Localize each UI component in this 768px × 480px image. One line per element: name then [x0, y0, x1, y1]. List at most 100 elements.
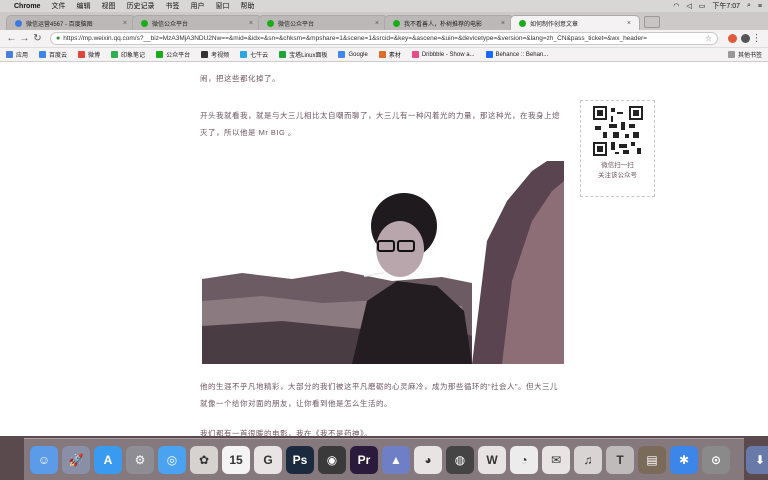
launchpad-icon[interactable]: 🚀 — [62, 445, 90, 474]
menu-app-name[interactable]: Chrome — [14, 3, 40, 10]
bookmark-label: Behance :: Behan... — [495, 51, 549, 58]
bookmark-item[interactable]: 公众平台 — [156, 50, 190, 59]
premiere-icon[interactable]: Pr — [350, 445, 378, 474]
search-icon[interactable]: ⌕ — [747, 2, 751, 10]
qq-icon[interactable]: ◔ — [510, 445, 538, 474]
notification-icon[interactable]: ≡ — [758, 3, 762, 10]
bookmark-favicon-icon — [156, 51, 164, 58]
finder-icon[interactable]: ☺ — [30, 445, 58, 474]
qr-caption-line: 关注该公众号 — [598, 172, 637, 179]
menu-bookmarks[interactable]: 书签 — [165, 1, 179, 11]
bookmark-label: Dribbble - Show a... — [421, 51, 475, 58]
calendar-icon[interactable]: 15 — [222, 445, 250, 474]
itunes-icon[interactable]: ♫ — [574, 445, 602, 474]
tab-4[interactable]: 如何制作创意文章 × — [510, 15, 640, 30]
menu-view[interactable]: 视图 — [101, 1, 115, 11]
bookmark-item[interactable]: 印象笔记 — [111, 50, 145, 59]
wifi-icon[interactable]: ◠ — [673, 2, 679, 10]
grammarly-icon[interactable]: G — [254, 445, 282, 474]
address-bar[interactable]: ● https://mp.weixin.qq.com/s?__biz=MzA3M… — [50, 32, 718, 45]
wechat-icon[interactable]: ✉ — [542, 445, 570, 474]
tab-close-icon[interactable]: × — [501, 20, 505, 27]
article-paragraph: 我们都有一首很暖的电影，我在《我不是药神》。 — [200, 429, 373, 436]
wps-icon[interactable]: W — [478, 445, 506, 474]
bookmark-item[interactable]: Behance :: Behan... — [485, 51, 549, 58]
disk-utility-icon[interactable]: ⊙ — [702, 445, 730, 474]
tab-close-icon[interactable]: × — [627, 20, 631, 27]
bookmark-item[interactable]: 应用 — [6, 50, 28, 59]
menu-edit[interactable]: 编辑 — [76, 1, 90, 11]
bookmark-label: 微博 — [88, 53, 101, 59]
tab-close-icon[interactable]: × — [249, 20, 253, 27]
article-page: 闹，把这些都化掉了。 开头我就看我，就是与大三儿相比太自嘲而聊了，大三儿有一种闪… — [0, 62, 768, 436]
keynote-icon[interactable]: ▲ — [382, 445, 410, 474]
apps-icon — [6, 51, 13, 58]
tab-close-icon[interactable]: × — [123, 20, 127, 27]
notes-icon[interactable]: ▤ — [638, 445, 666, 474]
chrome-icon[interactable]: ◕ — [414, 445, 442, 474]
other-bookmarks[interactable]: 其他书签 — [727, 50, 762, 59]
extension-icon[interactable] — [728, 34, 737, 43]
bookmark-item[interactable]: 微博 — [78, 50, 100, 59]
bookmark-item[interactable]: 七牛云 — [240, 50, 268, 59]
bookmark-label: 印象笔记 — [121, 53, 146, 59]
baidu-netdisk-icon[interactable]: ✱ — [670, 445, 698, 474]
screen-recorder-icon[interactable]: ◍ — [446, 445, 474, 474]
tab-label: 微信公众平台 — [278, 21, 315, 28]
bookmark-label: 公众平台 — [166, 53, 191, 59]
bookmark-label: Google — [348, 51, 368, 58]
article-paragraph: 开头我就看我，就是与大三儿相比太自嘲而聊了，大三儿有一种闪着光的力量，那这种光，… — [200, 111, 560, 137]
tab-favicon-icon — [141, 19, 148, 27]
bookmark-favicon-icon — [111, 51, 119, 58]
reload-button[interactable]: ↻ — [31, 33, 44, 44]
bookmark-item[interactable]: 素材 — [378, 50, 401, 59]
system-preferences-icon[interactable]: ⚙ — [126, 445, 154, 474]
tab-close-icon[interactable]: × — [375, 20, 379, 27]
dock: ☺🚀A⚙◎✿15GPs◉Pr▲◕◍W◔✉♫T▤✱⊙⬇🗑 — [24, 438, 768, 480]
tab-0[interactable]: 微信运营4567 - 百度脑图 × — [6, 15, 136, 30]
chrome-menu-icon[interactable]: ⋮ — [750, 33, 763, 44]
menu-window[interactable]: 窗口 — [215, 1, 229, 11]
downloads-icon[interactable]: ⬇ — [746, 445, 768, 474]
tab-2[interactable]: 微信公众平台 × — [258, 15, 388, 30]
qr-code-panel: 微信扫一扫 关注该公众号 — [580, 100, 655, 197]
bookmark-favicon-icon — [378, 51, 386, 58]
menu-file[interactable]: 文件 — [51, 1, 65, 11]
profile-avatar[interactable] — [741, 34, 750, 43]
volume-icon[interactable]: ◁ — [686, 2, 691, 10]
bookmark-item[interactable]: 宝塔Linux面板 — [279, 50, 327, 59]
bookmark-label: 七牛云 — [250, 53, 269, 59]
bookmark-label: 其他书签 — [737, 53, 762, 59]
qr-caption: 微信扫一扫 关注该公众号 — [598, 161, 637, 181]
new-tab-button[interactable] — [644, 16, 660, 28]
browser-window: 微信运营4567 - 百度脑图 × 微信公众平台 × 微信公众平台 × 我不看善… — [0, 12, 768, 436]
safari-icon[interactable]: ◎ — [158, 445, 186, 474]
article-photo — [202, 161, 564, 364]
menu-clock[interactable]: 下午7:07 — [712, 1, 740, 11]
forward-button[interactable]: → — [18, 33, 31, 44]
bookmark-label: 考视频 — [211, 53, 230, 59]
photos-icon[interactable]: ✿ — [190, 445, 218, 474]
bookmark-favicon-icon — [240, 51, 248, 58]
bookmark-label: 百度云 — [49, 53, 68, 59]
battery-icon[interactable]: ▭ — [699, 2, 706, 10]
bookmark-favicon-icon — [411, 51, 419, 58]
back-button[interactable]: ← — [5, 33, 18, 44]
qr-code — [592, 106, 643, 156]
menu-history[interactable]: 历史记录 — [126, 1, 154, 11]
bookmark-item[interactable]: Google — [338, 51, 368, 58]
bookmark-item[interactable]: Dribbble - Show a... — [411, 51, 475, 58]
davinci-icon[interactable]: ◉ — [318, 445, 346, 474]
bookmark-star-icon[interactable]: ☆ — [701, 34, 712, 43]
menu-help[interactable]: 帮助 — [240, 1, 254, 11]
bookmark-item[interactable]: 考视频 — [201, 50, 229, 59]
tab-strip: 微信运营4567 - 百度脑图 × 微信公众平台 × 微信公众平台 × 我不看善… — [0, 12, 768, 30]
bookmark-item[interactable]: 百度云 — [39, 50, 67, 59]
photoshop-icon[interactable]: Ps — [286, 445, 314, 474]
typora-icon[interactable]: T — [606, 445, 634, 474]
lock-icon[interactable]: ● — [56, 35, 60, 42]
menu-people[interactable]: 用户 — [190, 1, 204, 11]
tab-1[interactable]: 微信公众平台 × — [132, 15, 262, 30]
app-store-icon[interactable]: A — [94, 445, 122, 474]
tab-3[interactable]: 我不看善人，朴树推荐的电影 × — [384, 15, 514, 30]
